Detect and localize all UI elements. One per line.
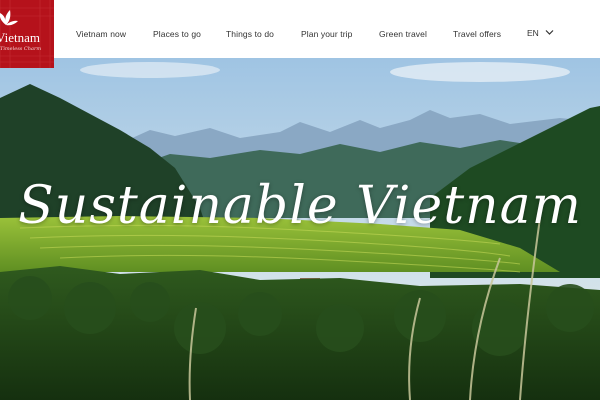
language-selector[interactable]: EN [527, 28, 554, 38]
main-nav: Vietnam now Places to go Things to do Pl… [0, 0, 600, 58]
nav-item-places-to-go[interactable]: Places to go [153, 29, 201, 39]
hero-title: Sustainable Vietnam [18, 176, 582, 236]
nav-item-vietnam-now[interactable]: Vietnam now [76, 29, 126, 39]
nav-item-green-travel[interactable]: Green travel [379, 29, 427, 39]
hero-banner: Sustainable Vietnam [0, 58, 600, 400]
nav-item-travel-offers[interactable]: Travel offers [453, 29, 501, 39]
nav-item-plan-your-trip[interactable]: Plan your trip [301, 29, 352, 39]
language-label: EN [527, 28, 539, 38]
chevron-down-icon [545, 30, 554, 35]
site-header: Vietnam Timeless Charm Vietnam now Place… [0, 0, 600, 68]
nav-item-things-to-do[interactable]: Things to do [226, 29, 274, 39]
